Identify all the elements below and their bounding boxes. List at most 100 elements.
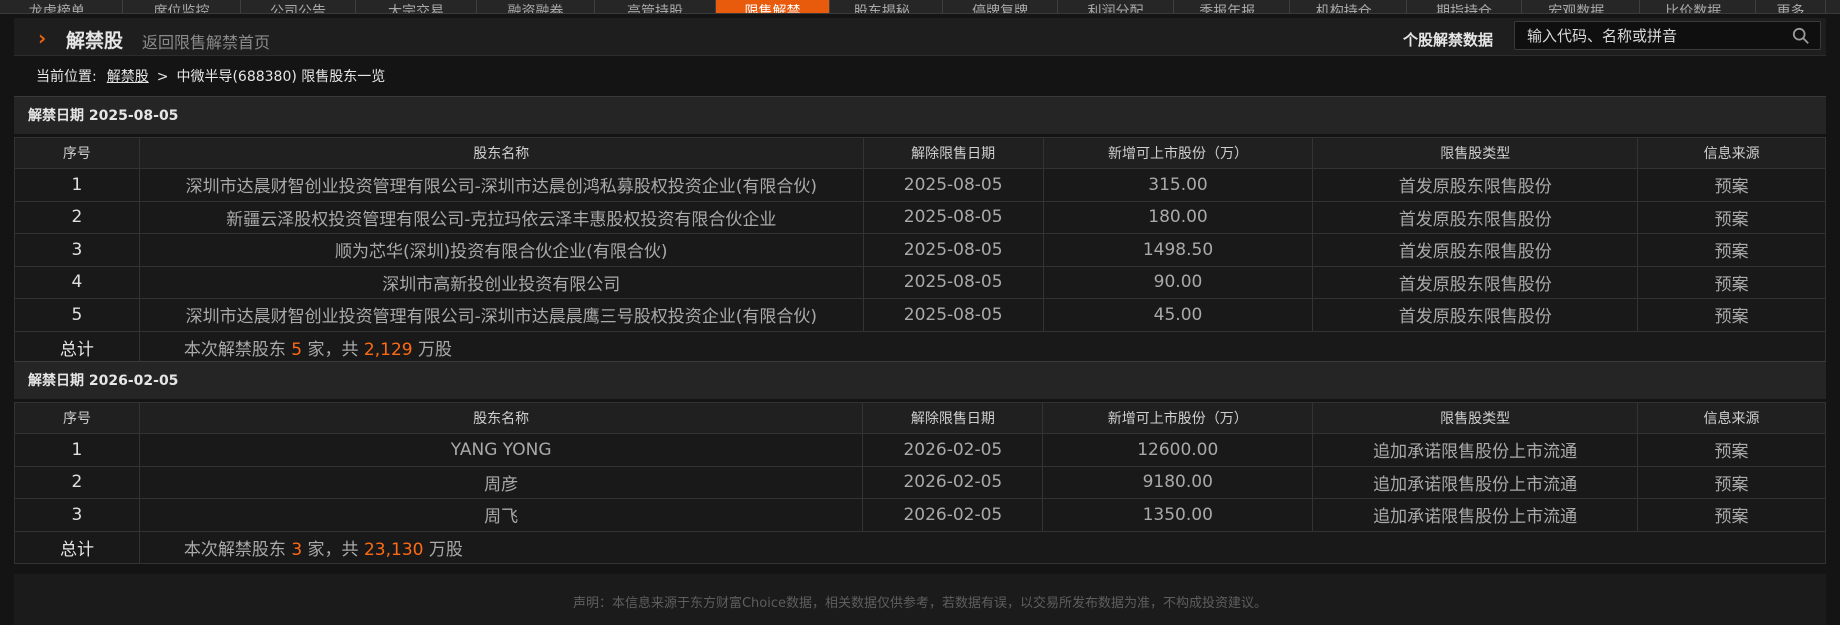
nav-item-9[interactable]: 利润分配 bbox=[1058, 0, 1174, 13]
cell-source: 预案 bbox=[1637, 200, 1826, 234]
breadcrumb-separator: > bbox=[156, 69, 169, 85]
nav-item-15[interactable]: 更多 bbox=[1756, 0, 1826, 13]
nav-item-0[interactable]: 龙虎榜单▾ bbox=[0, 0, 123, 14]
column-header: 信息来源 bbox=[1637, 402, 1826, 434]
nav-item-label: 限售解禁 bbox=[744, 4, 801, 14]
cell-shares: 1350.00 bbox=[1042, 498, 1314, 532]
total-count: 5 bbox=[291, 339, 303, 360]
cell-source: 预案 bbox=[1637, 433, 1826, 467]
page-title: 解禁股 bbox=[66, 30, 124, 52]
nav-item-4[interactable]: 融资融券 bbox=[477, 0, 595, 13]
cell-type: 首发原股东限售股份 bbox=[1312, 265, 1639, 299]
nav-item-label: 季报年报▾ bbox=[1199, 4, 1256, 14]
section-heading: 解禁日期 2026-02-05 bbox=[14, 361, 1826, 399]
page: 龙虎榜单▾ 席位监控 公司公告 大宗交易 融资融券 高管持股 限售解禁 股东揭秘▾ 停牌复牌 利润… bbox=[0, 0, 1840, 625]
column-header: 解除限售日期 bbox=[862, 137, 1044, 169]
nav-item-label: 高管持股 bbox=[627, 4, 683, 14]
search-icon[interactable] bbox=[1792, 27, 1810, 45]
nav-item-8[interactable]: 停牌复牌 bbox=[943, 0, 1058, 14]
table-row: 3 顺为芯华(深圳)投资有限合伙企业(有限合伙) 2025-08-05 1498.50… bbox=[14, 233, 1826, 267]
total-mid: 家，共 bbox=[302, 539, 364, 560]
column-header: 限售股类型 bbox=[1312, 402, 1639, 434]
nav-item-label: 龙虎榜单▾ bbox=[28, 4, 85, 14]
cell-shares: 180.00 bbox=[1042, 200, 1314, 234]
cell-seq: 5 bbox=[14, 298, 140, 332]
back-to-home-link[interactable]: 返回限售解禁首页 bbox=[142, 29, 270, 53]
cell-holder: 深圳市达晨财智创业投资管理有限公司-深圳市达晨创鸿私募股权投资企业(有限合伙) bbox=[138, 168, 864, 202]
nav-item-3[interactable]: 大宗交易 bbox=[356, 0, 477, 13]
cell-seq: 2 bbox=[14, 200, 140, 234]
total-amount: 2,129 bbox=[363, 339, 413, 360]
column-header: 股东名称 bbox=[138, 402, 864, 434]
total-label: 总计 bbox=[14, 530, 140, 564]
cell-shares: 45.00 bbox=[1042, 298, 1314, 332]
cell-source: 预案 bbox=[1637, 298, 1826, 332]
nav-item-14[interactable]: 比价数据▾ bbox=[1640, 0, 1756, 13]
table-row: 2 周彦 2026-02-05 9180.00 追加承诺限售股份上市流通 预案 bbox=[14, 465, 1826, 499]
release-table: 序号 股东名称 解除限售日期 新增可上市股份（万） 限售股类型 信息来源 1 深圳市达晨财智创… bbox=[14, 137, 1827, 364]
total-summary: 本次解禁股东 5 家，共 2,129 万股 bbox=[138, 330, 1827, 364]
nav-item-2[interactable]: 公司公告 bbox=[241, 0, 356, 13]
disclaimer: 声明：本信息来源于东方财富Choice数据，相关数据仅供参考，若数据有误，以交易… bbox=[572, 596, 1268, 611]
chevron-right-icon: › bbox=[38, 26, 47, 50]
cell-type: 追加承诺限售股份上市流通 bbox=[1312, 498, 1639, 532]
column-header: 新增可上市股份（万） bbox=[1042, 402, 1314, 434]
cell-type: 首发原股东限售股份 bbox=[1312, 168, 1639, 202]
breadcrumb-link[interactable]: 解禁股 bbox=[107, 69, 149, 85]
column-header: 解除限售日期 bbox=[862, 402, 1044, 434]
cell-shares: 90.00 bbox=[1042, 265, 1314, 299]
cell-source: 预案 bbox=[1637, 465, 1826, 499]
cell-date: 2025-08-05 bbox=[862, 298, 1044, 332]
column-header: 序号 bbox=[14, 137, 140, 169]
cell-shares: 315.00 bbox=[1042, 168, 1314, 202]
total-row: 总计 本次解禁股东 3 家，共 23,130 万股 bbox=[14, 530, 1827, 564]
nav-item-7[interactable]: 股东揭秘▾ bbox=[830, 0, 943, 13]
cell-holder: 深圳市高新投创业投资有限公司 bbox=[138, 265, 864, 299]
table-header-row: 序号 股东名称 解除限售日期 新增可上市股份（万） 限售股类型 信息来源 bbox=[14, 137, 1826, 169]
cell-holder: 新疆云泽股权投资管理有限公司-克拉玛依云泽丰惠股权投资有限合伙企业 bbox=[138, 200, 864, 234]
stock-search-input[interactable] bbox=[1527, 26, 1777, 46]
table-row: 1 YANG YONG 2026-02-05 12600.00 追加承诺限售股份上市流通… bbox=[14, 433, 1826, 467]
total-summary: 本次解禁股东 3 家，共 23,130 万股 bbox=[138, 530, 1827, 564]
column-header: 股东名称 bbox=[138, 137, 864, 169]
breadcrumb-current: 中微半导(688380) 限售股东一览 bbox=[176, 69, 386, 85]
nav-item-6[interactable]: 限售解禁 bbox=[716, 0, 830, 14]
table-row: 1 深圳市达晨财智创业投资管理有限公司-深圳市达晨创鸿私募股权投资企业(有限合伙)… bbox=[14, 168, 1826, 202]
page-header: › 解禁股 返回限售解禁首页 个股解禁数据 bbox=[14, 18, 1826, 56]
cell-type: 首发原股东限售股份 bbox=[1312, 298, 1639, 332]
cell-seq: 2 bbox=[14, 465, 140, 499]
search-label: 个股解禁数据 bbox=[1403, 31, 1494, 49]
breadcrumb-prefix: 当前位置: bbox=[36, 69, 97, 85]
cell-shares: 12600.00 bbox=[1042, 433, 1314, 467]
cell-holder: 顺为芯华(深圳)投资有限合伙企业(有限合伙) bbox=[138, 233, 864, 267]
nav-item-label: 停牌复牌 bbox=[972, 4, 1028, 14]
nav-item-label: 机构持仓▾ bbox=[1315, 4, 1372, 14]
table-row: 3 周飞 2026-02-05 1350.00 追加承诺限售股份上市流通 预案 bbox=[14, 498, 1826, 532]
total-post: 万股 bbox=[423, 539, 463, 560]
cell-holder: 周彦 bbox=[138, 465, 864, 499]
cell-date: 2026-02-05 bbox=[862, 433, 1044, 467]
total-pre: 本次解禁股东 bbox=[183, 539, 292, 560]
stock-search-box bbox=[1514, 21, 1821, 50]
release-table: 序号 股东名称 解除限售日期 新增可上市股份（万） 限售股类型 信息来源 1 YANG YON… bbox=[14, 402, 1827, 564]
nav-item-13[interactable]: 宏观数据▾ bbox=[1522, 0, 1640, 13]
cell-date: 2025-08-05 bbox=[862, 233, 1044, 267]
nav-item-1[interactable]: 席位监控 bbox=[123, 0, 241, 14]
cell-shares: 1498.50 bbox=[1042, 233, 1314, 267]
cell-holder: 周飞 bbox=[138, 498, 864, 532]
nav-item-10[interactable]: 季报年报▾ bbox=[1174, 0, 1290, 14]
table-row: 5 深圳市达晨财智创业投资管理有限公司-深圳市达晨晨鹰三号股权投资企业(有限合伙)… bbox=[14, 298, 1826, 332]
nav-item-5[interactable]: 高管持股 bbox=[595, 0, 716, 14]
cell-shares: 9180.00 bbox=[1042, 465, 1314, 499]
nav-item-12[interactable]: 期指持仓 bbox=[1407, 0, 1522, 13]
cell-seq: 1 bbox=[14, 168, 140, 202]
total-row: 总计 本次解禁股东 5 家，共 2,129 万股 bbox=[14, 330, 1827, 364]
nav-item-11[interactable]: 机构持仓▾ bbox=[1290, 0, 1407, 14]
table-row: 2 新疆云泽股权投资管理有限公司-克拉玛依云泽丰惠股权投资有限合伙企业 2025-0… bbox=[14, 200, 1826, 234]
table-header-row: 序号 股东名称 解除限售日期 新增可上市股份（万） 限售股类型 信息来源 bbox=[14, 402, 1826, 434]
cell-seq: 3 bbox=[14, 233, 140, 267]
cell-date: 2025-08-05 bbox=[862, 265, 1044, 299]
total-amount: 23,130 bbox=[363, 539, 424, 560]
nav-item-label: 席位监控 bbox=[153, 4, 210, 14]
cell-seq: 4 bbox=[14, 265, 140, 299]
